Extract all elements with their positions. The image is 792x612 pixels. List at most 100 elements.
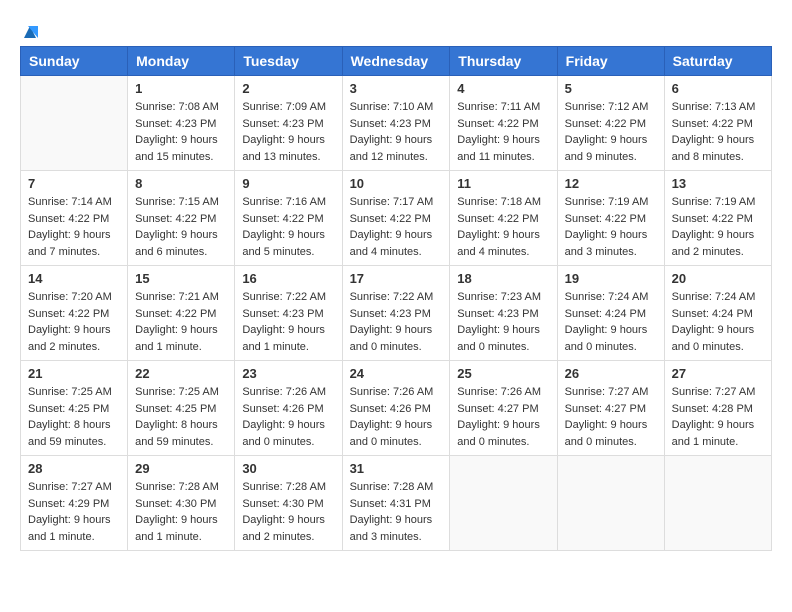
cell-content: Sunrise: 7:26 AM Sunset: 4:26 PM Dayligh…	[350, 384, 443, 450]
calendar-cell: 6 Sunrise: 7:13 AM Sunset: 4:22 PM Daylig…	[664, 76, 771, 171]
calendar-cell: 28 Sunrise: 7:27 AM Sunset: 4:29 PM Dayli…	[21, 456, 128, 551]
day-number: 23	[242, 366, 334, 381]
column-header-wednesday: Wednesday	[342, 47, 450, 76]
day-number: 14	[28, 271, 120, 286]
cell-content: Sunrise: 7:25 AM Sunset: 4:25 PM Dayligh…	[135, 384, 227, 450]
cell-content: Sunrise: 7:25 AM Sunset: 4:25 PM Dayligh…	[28, 384, 120, 450]
day-number: 30	[242, 461, 334, 476]
day-number: 5	[565, 81, 657, 96]
cell-content: Sunrise: 7:22 AM Sunset: 4:23 PM Dayligh…	[350, 289, 443, 355]
day-number: 8	[135, 176, 227, 191]
calendar-cell: 31 Sunrise: 7:28 AM Sunset: 4:31 PM Dayli…	[342, 456, 450, 551]
cell-content: Sunrise: 7:13 AM Sunset: 4:22 PM Dayligh…	[672, 99, 764, 165]
calendar-cell: 2 Sunrise: 7:09 AM Sunset: 4:23 PM Daylig…	[235, 76, 342, 171]
calendar-cell: 26Sunrise: 7:27 AM Sunset: 4:27 PM Dayli…	[557, 361, 664, 456]
cell-content: Sunrise: 7:28 AM Sunset: 4:31 PM Dayligh…	[350, 479, 443, 545]
calendar-week-2: 7 Sunrise: 7:14 AM Sunset: 4:22 PM Daylig…	[21, 171, 772, 266]
calendar-cell: 18 Sunrise: 7:23 AM Sunset: 4:23 PM Dayli…	[450, 266, 557, 361]
calendar-cell: 27 Sunrise: 7:27 AM Sunset: 4:28 PM Dayli…	[664, 361, 771, 456]
cell-content: Sunrise: 7:24 AM Sunset: 4:24 PM Dayligh…	[672, 289, 764, 355]
day-number: 15	[135, 271, 227, 286]
logo-arrow-icon	[20, 20, 40, 40]
day-number: 10	[350, 176, 443, 191]
day-number: 27	[672, 366, 764, 381]
day-number: 22	[135, 366, 227, 381]
cell-content: Sunrise: 7:10 AM Sunset: 4:23 PM Dayligh…	[350, 99, 443, 165]
calendar-cell: 23 Sunrise: 7:26 AM Sunset: 4:26 PM Dayli…	[235, 361, 342, 456]
day-number: 24	[350, 366, 443, 381]
day-number: 28	[28, 461, 120, 476]
day-number: 13	[672, 176, 764, 191]
calendar-week-4: 21 Sunrise: 7:25 AM Sunset: 4:25 PM Dayli…	[21, 361, 772, 456]
cell-content: Sunrise: 7:23 AM Sunset: 4:23 PM Dayligh…	[457, 289, 549, 355]
calendar-header-row: SundayMondayTuesdayWednesdayThursdayFrid…	[21, 47, 772, 76]
column-header-saturday: Saturday	[664, 47, 771, 76]
calendar-cell	[21, 76, 128, 171]
calendar-week-1: 1 Sunrise: 7:08 AM Sunset: 4:23 PM Daylig…	[21, 76, 772, 171]
calendar-week-3: 14 Sunrise: 7:20 AM Sunset: 4:22 PM Dayli…	[21, 266, 772, 361]
cell-content: Sunrise: 7:14 AM Sunset: 4:22 PM Dayligh…	[28, 194, 120, 260]
calendar-cell: 9 Sunrise: 7:16 AM Sunset: 4:22 PM Daylig…	[235, 171, 342, 266]
day-number: 2	[242, 81, 334, 96]
calendar-cell: 12 Sunrise: 7:19 AM Sunset: 4:22 PM Dayli…	[557, 171, 664, 266]
column-header-monday: Monday	[128, 47, 235, 76]
calendar-cell: 16 Sunrise: 7:22 AM Sunset: 4:23 PM Dayli…	[235, 266, 342, 361]
cell-content: Sunrise: 7:26 AM Sunset: 4:26 PM Dayligh…	[242, 384, 334, 450]
cell-content: Sunrise: 7:09 AM Sunset: 4:23 PM Dayligh…	[242, 99, 334, 165]
day-number: 11	[457, 176, 549, 191]
day-number: 7	[28, 176, 120, 191]
day-number: 19	[565, 271, 657, 286]
day-number: 18	[457, 271, 549, 286]
day-number: 3	[350, 81, 443, 96]
cell-content: Sunrise: 7:15 AM Sunset: 4:22 PM Dayligh…	[135, 194, 227, 260]
calendar-cell	[664, 456, 771, 551]
calendar-cell	[557, 456, 664, 551]
cell-content: Sunrise: 7:27 AM Sunset: 4:29 PM Dayligh…	[28, 479, 120, 545]
calendar-cell: 25 Sunrise: 7:26 AM Sunset: 4:27 PM Dayli…	[450, 361, 557, 456]
day-number: 9	[242, 176, 334, 191]
cell-content: Sunrise: 7:11 AM Sunset: 4:22 PM Dayligh…	[457, 99, 549, 165]
cell-content: Sunrise: 7:27 AM Sunset: 4:28 PM Dayligh…	[672, 384, 764, 450]
cell-content: Sunrise: 7:19 AM Sunset: 4:22 PM Dayligh…	[565, 194, 657, 260]
calendar-table: SundayMondayTuesdayWednesdayThursdayFrid…	[20, 46, 772, 551]
day-number: 21	[28, 366, 120, 381]
day-number: 31	[350, 461, 443, 476]
calendar-cell: 4 Sunrise: 7:11 AM Sunset: 4:22 PM Daylig…	[450, 76, 557, 171]
day-number: 6	[672, 81, 764, 96]
cell-content: Sunrise: 7:08 AM Sunset: 4:23 PM Dayligh…	[135, 99, 227, 165]
cell-content: Sunrise: 7:26 AM Sunset: 4:27 PM Dayligh…	[457, 384, 549, 450]
cell-content: Sunrise: 7:20 AM Sunset: 4:22 PM Dayligh…	[28, 289, 120, 355]
day-number: 29	[135, 461, 227, 476]
calendar-cell: 15 Sunrise: 7:21 AM Sunset: 4:22 PM Dayli…	[128, 266, 235, 361]
calendar-cell: 24 Sunrise: 7:26 AM Sunset: 4:26 PM Dayli…	[342, 361, 450, 456]
day-number: 12	[565, 176, 657, 191]
day-number: 17	[350, 271, 443, 286]
column-header-sunday: Sunday	[21, 47, 128, 76]
calendar-cell: 1 Sunrise: 7:08 AM Sunset: 4:23 PM Daylig…	[128, 76, 235, 171]
calendar-cell: 20 Sunrise: 7:24 AM Sunset: 4:24 PM Dayli…	[664, 266, 771, 361]
day-number: 16	[242, 271, 334, 286]
day-number: 26	[565, 366, 657, 381]
calendar-cell: 7 Sunrise: 7:14 AM Sunset: 4:22 PM Daylig…	[21, 171, 128, 266]
cell-content: Sunrise: 7:17 AM Sunset: 4:22 PM Dayligh…	[350, 194, 443, 260]
calendar-cell: 14 Sunrise: 7:20 AM Sunset: 4:22 PM Dayli…	[21, 266, 128, 361]
calendar-cell: 13Sunrise: 7:19 AM Sunset: 4:22 PM Dayli…	[664, 171, 771, 266]
day-number: 25	[457, 366, 549, 381]
cell-content: Sunrise: 7:22 AM Sunset: 4:23 PM Dayligh…	[242, 289, 334, 355]
cell-content: Sunrise: 7:16 AM Sunset: 4:22 PM Dayligh…	[242, 194, 334, 260]
calendar-cell: 11Sunrise: 7:18 AM Sunset: 4:22 PM Dayli…	[450, 171, 557, 266]
calendar-cell: 19Sunrise: 7:24 AM Sunset: 4:24 PM Dayli…	[557, 266, 664, 361]
calendar-cell: 3 Sunrise: 7:10 AM Sunset: 4:23 PM Daylig…	[342, 76, 450, 171]
cell-content: Sunrise: 7:12 AM Sunset: 4:22 PM Dayligh…	[565, 99, 657, 165]
calendar-cell: 29Sunrise: 7:28 AM Sunset: 4:30 PM Dayli…	[128, 456, 235, 551]
calendar-cell	[450, 456, 557, 551]
page-header	[20, 20, 772, 36]
calendar-cell: 8 Sunrise: 7:15 AM Sunset: 4:22 PM Daylig…	[128, 171, 235, 266]
calendar-cell: 22 Sunrise: 7:25 AM Sunset: 4:25 PM Dayli…	[128, 361, 235, 456]
day-number: 4	[457, 81, 549, 96]
calendar-cell: 30Sunrise: 7:28 AM Sunset: 4:30 PM Dayli…	[235, 456, 342, 551]
calendar-cell: 17 Sunrise: 7:22 AM Sunset: 4:23 PM Dayli…	[342, 266, 450, 361]
cell-content: Sunrise: 7:21 AM Sunset: 4:22 PM Dayligh…	[135, 289, 227, 355]
day-number: 1	[135, 81, 227, 96]
day-number: 20	[672, 271, 764, 286]
